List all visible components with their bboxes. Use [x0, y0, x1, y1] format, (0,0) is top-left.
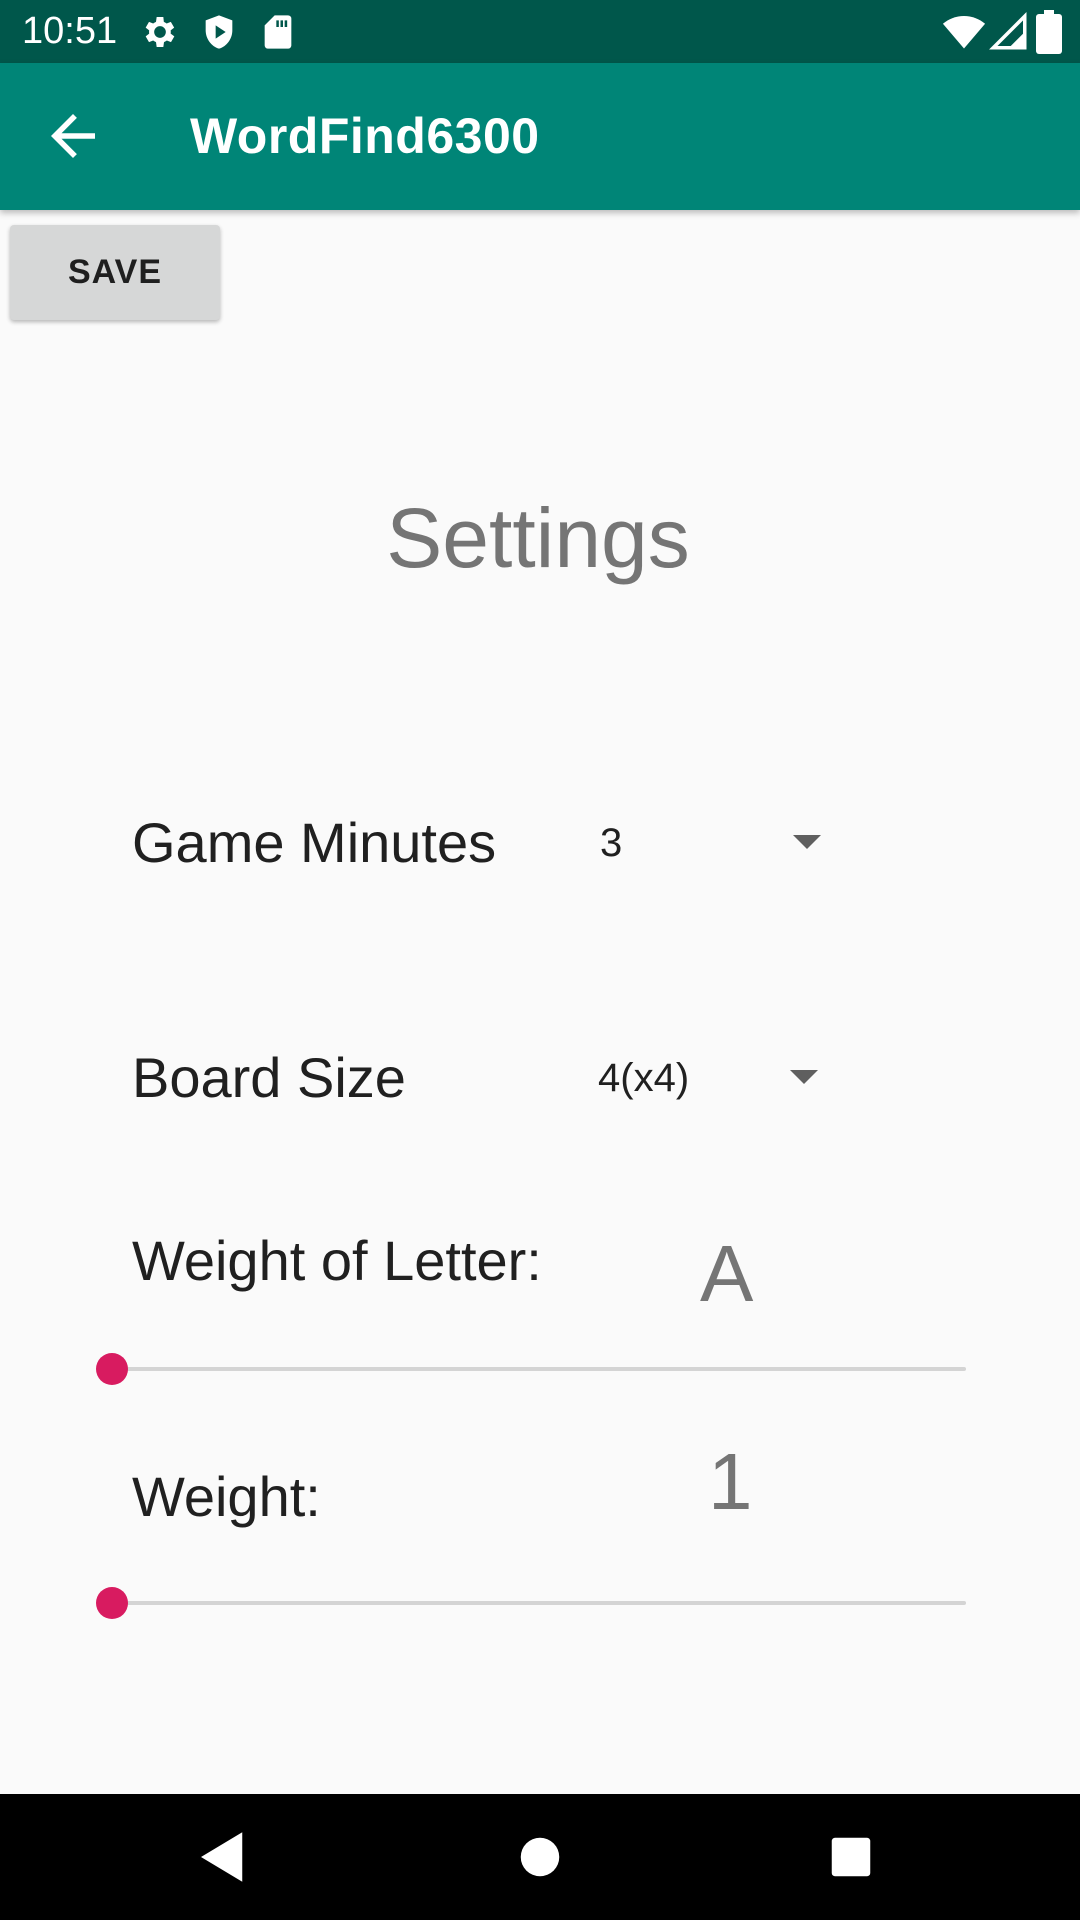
slider-thumb[interactable]: [96, 1353, 128, 1385]
board-size-dropdown[interactable]: 4(x4): [598, 1043, 828, 1113]
settings-screen: 10:51 WordFind6300 SAVE Settings Game Mi…: [0, 0, 1080, 1920]
weight-of-letter-label: Weight of Letter:: [132, 1229, 542, 1292]
slider-thumb[interactable]: [96, 1587, 128, 1619]
slider-track: [112, 1601, 966, 1605]
page-title: Settings: [386, 491, 690, 585]
status-bar: 10:51: [0, 0, 1080, 63]
app-bar: WordFind6300: [0, 63, 1080, 210]
wifi-icon: [942, 10, 986, 54]
nav-back-button[interactable]: [190, 1824, 256, 1890]
letter-value: A: [700, 1229, 754, 1318]
back-triangle-icon: [201, 1832, 243, 1882]
back-button[interactable]: [40, 103, 106, 169]
gear-icon: [140, 12, 180, 52]
arrow-back-icon: [51, 114, 95, 158]
letter-slider[interactable]: [96, 1349, 966, 1389]
game-minutes-label: Game Minutes: [132, 811, 497, 874]
save-button[interactable]: SAVE: [10, 225, 220, 320]
battery-icon: [1036, 10, 1062, 54]
navigation-bar: [0, 1794, 1080, 1920]
recents-square-icon: [831, 1837, 871, 1877]
weight-slider[interactable]: [96, 1583, 966, 1623]
weight-label: Weight:: [132, 1465, 321, 1528]
weight-value: 1: [708, 1437, 753, 1526]
game-minutes-value: 3: [600, 821, 623, 865]
dropdown-arrow-icon: [790, 1070, 818, 1084]
home-circle-icon: [520, 1837, 560, 1877]
cell-signal-icon: [988, 11, 1030, 53]
board-size-label: Board Size: [132, 1046, 406, 1109]
app-title: WordFind6300: [190, 108, 540, 164]
sd-card-icon: [258, 12, 298, 52]
nav-recents-button[interactable]: [818, 1824, 884, 1890]
nav-home-button[interactable]: [507, 1824, 573, 1890]
game-minutes-dropdown[interactable]: 3: [600, 808, 830, 878]
status-time: 10:51: [22, 10, 118, 52]
board-size-value: 4(x4): [598, 1056, 690, 1100]
shield-icon: [199, 12, 239, 52]
slider-track: [112, 1367, 966, 1371]
dropdown-arrow-icon: [793, 835, 821, 849]
